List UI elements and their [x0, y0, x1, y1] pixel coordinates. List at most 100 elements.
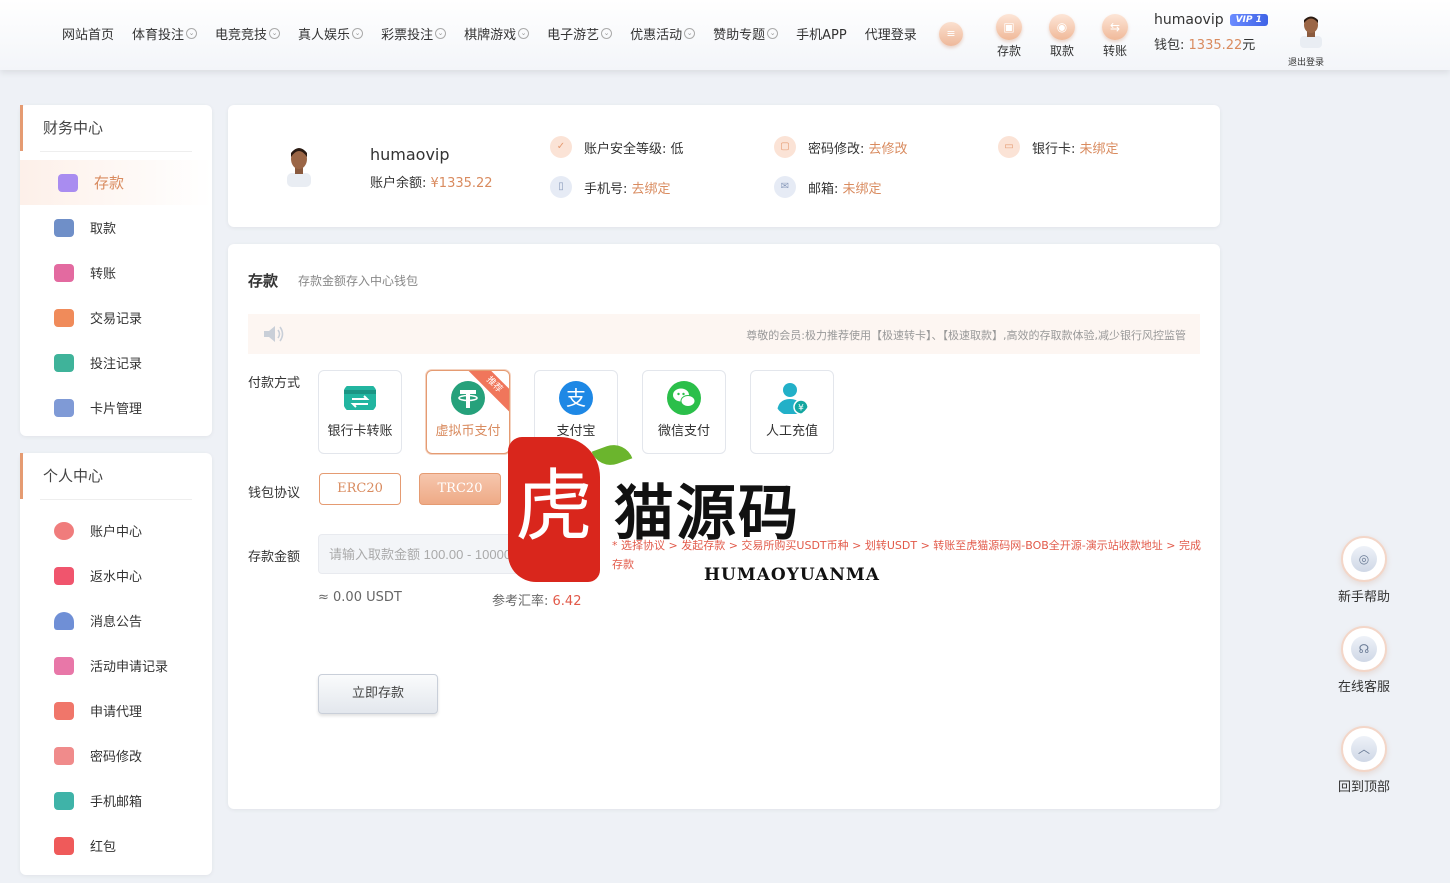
password-change: ▢ 密码修改: 去修改 [774, 136, 908, 158]
notice-text: 尊敬的会员:极力推荐使用【极速转卡】、【极速取款】,高效的存取款体验,减少银行风… [746, 329, 1186, 342]
nav-app[interactable]: 手机APP [796, 24, 847, 43]
page-title: 存款 [248, 272, 279, 290]
sidebar-item-label: 取款 [90, 222, 117, 237]
chevron-down-icon: ⌄ [435, 28, 447, 39]
quick-transfer-button[interactable]: ⇆ 转账 [1095, 14, 1135, 59]
card-icon: ▭ [998, 136, 1020, 158]
nav-label: 优惠活动 [630, 28, 683, 43]
float-help-button[interactable]: ◎ 新手帮助 [1330, 536, 1398, 605]
nav-label: 真人娱乐 [298, 28, 351, 43]
usdt-estimate: ≈ 0.00 USDT [318, 590, 402, 605]
quick-withdraw-label: 取款 [1049, 44, 1074, 58]
quick-deposit-button[interactable]: ▣ 存款 [989, 14, 1029, 59]
balance-value: ¥1335.22 [430, 176, 493, 191]
sidebar-item-apply-agent[interactable]: 申请代理 [20, 688, 212, 733]
protocol-erc20-button[interactable]: ERC20 [319, 473, 401, 505]
sidebar-item-red-packet[interactable]: 红包 [20, 823, 212, 868]
phone-status: ▯ 手机号: 去绑定 [550, 176, 671, 198]
red-packet-icon [54, 836, 74, 855]
sidebar-item-withdraw[interactable]: 取款 [20, 205, 212, 250]
nav-sponsor[interactable]: 赞助专题 ⌄ [713, 24, 779, 43]
wallet-unit: 元 [1242, 38, 1256, 53]
alipay-icon: 支 [559, 381, 593, 415]
nav-label: 网站首页 [62, 28, 115, 43]
quick-withdraw-button[interactable]: ◉ 取款 [1042, 14, 1082, 59]
svg-text:支: 支 [566, 386, 586, 410]
sidebar-item-account[interactable]: 账户中心 [20, 508, 212, 553]
bank-transfer-icon [344, 386, 376, 410]
sidebar-item-messages[interactable]: 消息公告 [20, 598, 212, 643]
submit-deposit-button[interactable]: 立即存款 [318, 674, 438, 714]
divider [40, 151, 192, 152]
page-subtitle: 存款金额存入中心钱包 [298, 274, 419, 288]
wallet-label: 钱包: [1154, 38, 1185, 53]
sidebar-item-phone-email[interactable]: 手机邮箱 [20, 778, 212, 823]
vip-badge: VIP 1 [1229, 14, 1268, 26]
nav-agent-login[interactable]: 代理登录 [865, 24, 917, 43]
chevron-down-icon: ⌄ [269, 28, 281, 39]
sidebar-item-transfer[interactable]: 转账 [20, 250, 212, 295]
sidebar-item-password[interactable]: 密码修改 [20, 733, 212, 778]
chevron-down-icon: ⌄ [767, 28, 779, 39]
bell-icon [54, 611, 74, 630]
sidebar-item-bet-records[interactable]: 投注记录 [20, 340, 212, 385]
security-value: 低 [670, 141, 684, 157]
sidebar-item-transactions[interactable]: 交易记录 [20, 295, 212, 340]
deposit-icon: ▣ [996, 14, 1022, 40]
manual-topup-icon: ¥ [777, 383, 809, 415]
sidebar-item-label: 活动申请记录 [90, 660, 169, 675]
password-change-link[interactable]: 去修改 [869, 138, 908, 157]
svg-text:¥: ¥ [798, 404, 804, 414]
sidebar-item-label: 密码修改 [90, 750, 143, 765]
phone-label: 手机号: [584, 181, 628, 197]
nav-home[interactable]: 网站首页 [62, 24, 114, 43]
tether-icon [451, 381, 485, 415]
sidebar-item-label: 存款 [94, 174, 125, 192]
nav-promotions[interactable]: 优惠活动 ⌄ [630, 24, 696, 43]
exchange-rate: 参考汇率: 6.42 [492, 590, 581, 609]
nav-cards[interactable]: 棋牌游戏 ⌄ [464, 24, 530, 43]
float-service-label: 在线客服 [1337, 680, 1390, 695]
nav-label: 棋牌游戏 [464, 28, 517, 43]
protocol-trc20-button[interactable]: TRC20 [419, 473, 501, 505]
nav-slots[interactable]: 电子游艺 ⌄ [547, 24, 613, 43]
phone-bind-link[interactable]: 去绑定 [632, 178, 671, 197]
email-bind-link[interactable]: 未绑定 [843, 178, 882, 197]
record-icon [54, 308, 74, 327]
divider [40, 499, 192, 500]
chevron-down-icon: ⌄ [186, 28, 198, 39]
nav-esports[interactable]: 电竞竞技 ⌄ [215, 24, 281, 43]
notice-bar: 尊敬的会员:极力推荐使用【极速转卡】、【极速取款】,高效的存取款体验,减少银行风… [248, 314, 1200, 354]
quick-deposit-label: 存款 [996, 44, 1021, 58]
sidebar-item-card-management[interactable]: 卡片管理 [20, 385, 212, 430]
sidebar-item-activity-records[interactable]: 活动申请记录 [20, 643, 212, 688]
rate-value: 6.42 [552, 594, 582, 609]
sidebar-item-deposit[interactable]: 存款 [20, 160, 212, 205]
phone-icon: ▯ [550, 176, 572, 198]
sidebar-item-label: 卡片管理 [90, 402, 143, 417]
pay-method-bank-transfer[interactable]: 银行卡转账 [318, 370, 402, 454]
sidebar-item-label: 转账 [90, 267, 117, 282]
nav-label: 体育投注 [132, 28, 185, 43]
float-top-button[interactable]: ︿ 回到顶部 [1330, 726, 1398, 795]
nav-lottery[interactable]: 彩票投注 ⌄ [381, 24, 447, 43]
nav-sports[interactable]: 体育投注 ⌄ [132, 24, 198, 43]
nav-label: 电竞竞技 [215, 28, 268, 43]
avatar[interactable] [1298, 14, 1324, 48]
float-service-button[interactable]: ☊ 在线客服 [1330, 626, 1398, 695]
message-icon[interactable]: ≡ [939, 22, 963, 46]
email-label: 邮箱: [808, 181, 839, 197]
nav-label: 电子游艺 [547, 28, 600, 43]
amount-label: 存款金额 [248, 550, 301, 565]
chevron-down-icon: ⌄ [684, 28, 696, 39]
logout-link[interactable]: 退出登录 [1288, 55, 1324, 68]
lock-icon [54, 746, 74, 765]
sidebar-item-rebate[interactable]: 返水中心 [20, 553, 212, 598]
quick-transfer-label: 转账 [1102, 44, 1127, 58]
sidebar-item-label: 红包 [90, 840, 117, 855]
nav-label: 代理登录 [864, 28, 917, 43]
bankcard-bind-link[interactable]: 未绑定 [1080, 138, 1119, 157]
personal-sidebar: 个人中心 账户中心 返水中心 消息公告 活动申请记录 申请代理 密码修改 手机邮… [20, 453, 212, 875]
pay-method-crypto[interactable]: 推荐 虚拟币支付 [426, 370, 510, 454]
nav-live[interactable]: 真人娱乐 ⌄ [298, 24, 364, 43]
